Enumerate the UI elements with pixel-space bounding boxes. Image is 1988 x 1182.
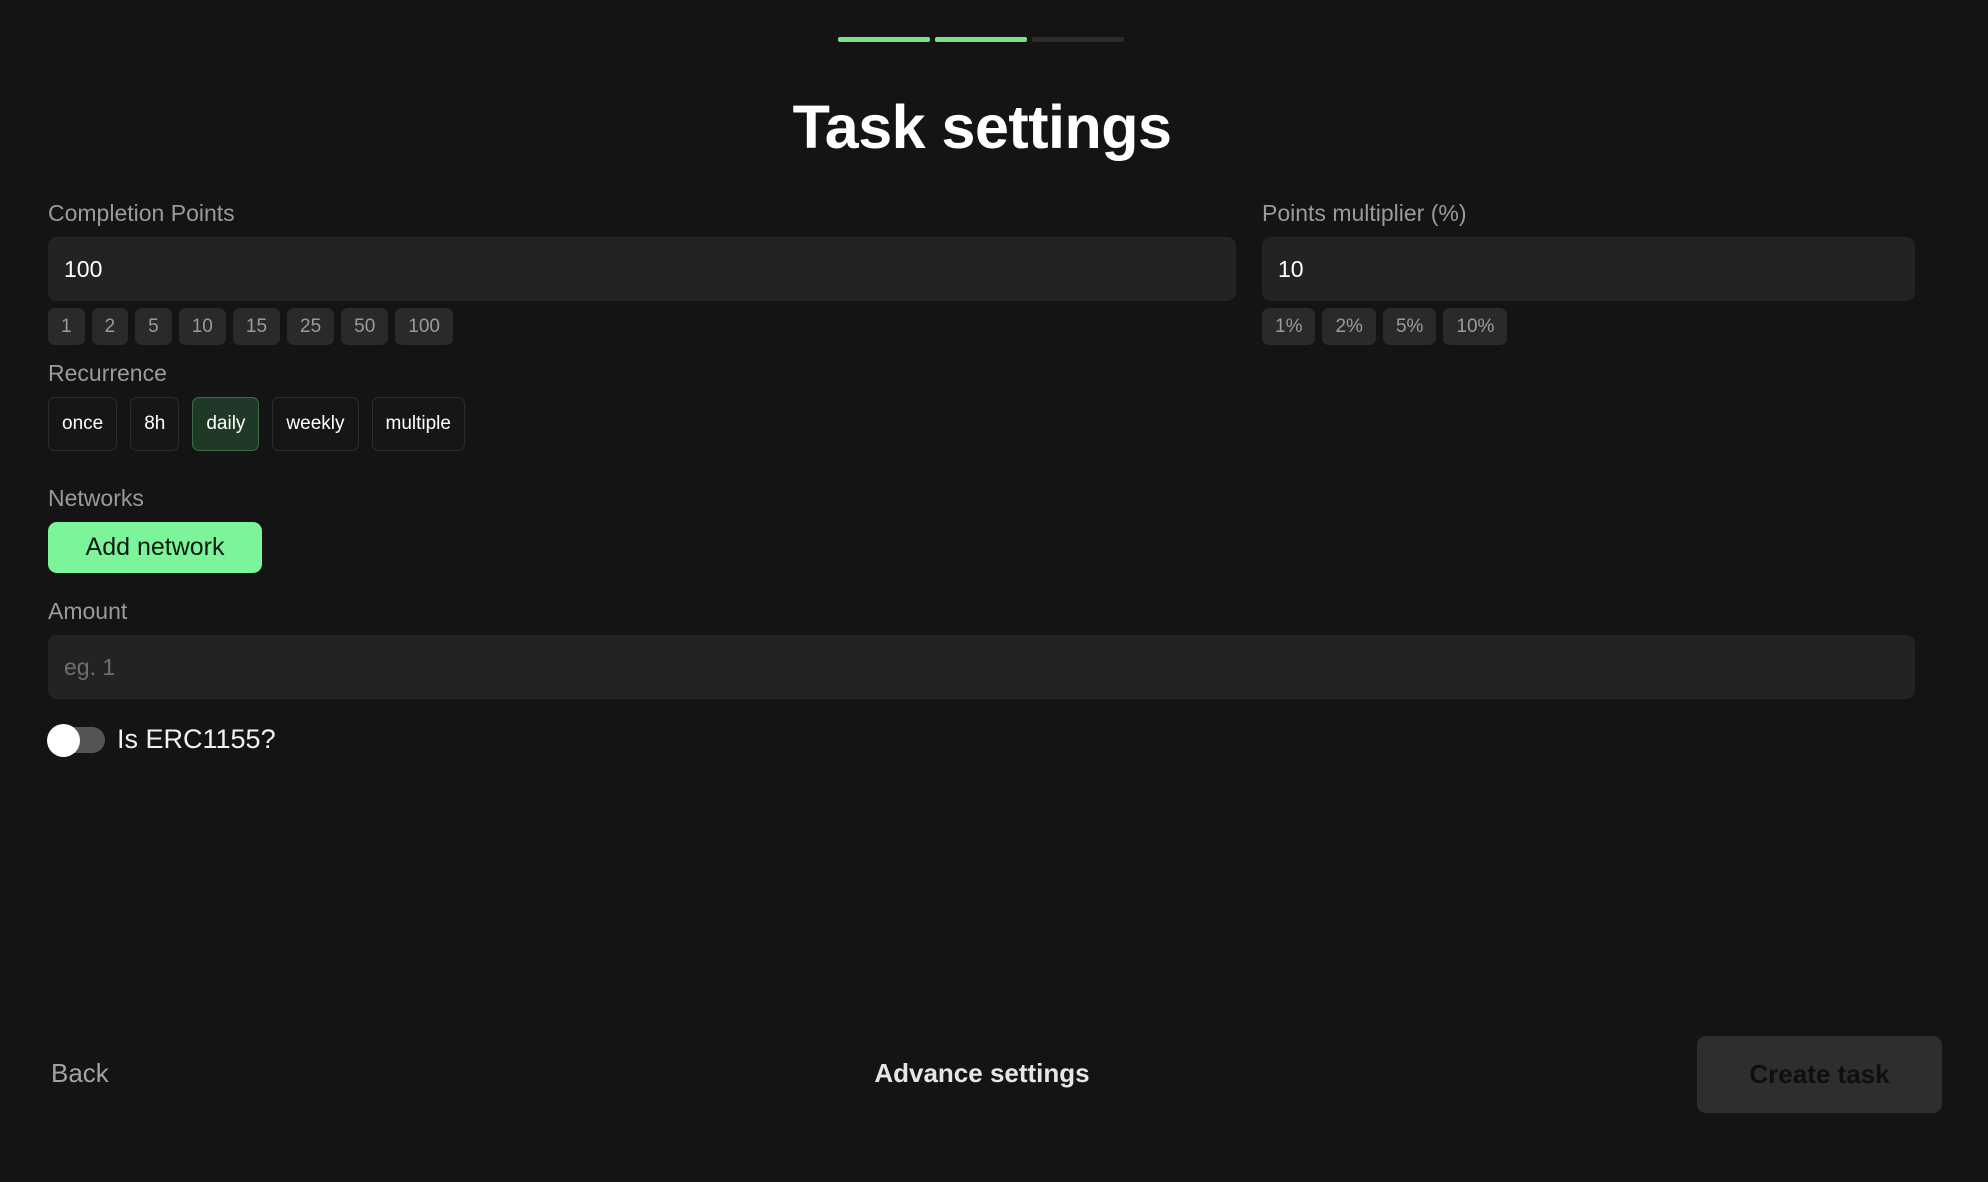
completion-points-preset-chip[interactable]: 15 xyxy=(232,308,281,345)
recurrence-option-button[interactable]: daily xyxy=(192,397,260,451)
completion-points-label: Completion Points xyxy=(48,200,235,226)
progress-step-1 xyxy=(838,37,930,42)
progress-step-2 xyxy=(935,37,1027,42)
recurrence-option-button[interactable]: multiple xyxy=(371,397,465,451)
points-multiplier-input[interactable] xyxy=(1262,237,1915,301)
points-multiplier-preset-chip[interactable]: 2% xyxy=(1322,308,1376,345)
points-multiplier-label: Points multiplier (%) xyxy=(1262,200,1467,226)
points-multiplier-preset-chip[interactable]: 5% xyxy=(1382,308,1437,345)
create-task-button[interactable]: Create task xyxy=(1697,1036,1942,1113)
completion-points-preset-chip[interactable]: 5 xyxy=(135,308,172,345)
completion-points-preset-chip[interactable]: 100 xyxy=(395,308,453,345)
toggle-knob xyxy=(47,723,80,757)
recurrence-option-button[interactable]: once xyxy=(48,397,118,451)
progress-step-3 xyxy=(1032,37,1124,42)
recurrence-option-button[interactable]: 8h xyxy=(130,397,180,451)
advance-settings-button[interactable]: Advance settings xyxy=(0,1058,1964,1089)
completion-points-input[interactable] xyxy=(48,237,1236,301)
points-multiplier-preset-chip[interactable]: 1% xyxy=(1262,308,1316,345)
completion-points-preset-chip[interactable]: 25 xyxy=(287,308,335,345)
recurrence-option-button[interactable]: weekly xyxy=(272,397,359,451)
completion-points-preset-chip[interactable]: 50 xyxy=(341,308,389,345)
erc1155-label: Is ERC1155? xyxy=(117,724,276,754)
page-title: Task settings xyxy=(792,93,1172,161)
points-multiplier-presets: 1% 2% 5% 10% xyxy=(1262,308,1508,345)
completion-points-preset-chip[interactable]: 1 xyxy=(48,308,85,345)
task-settings-page: Task settings Completion Points 12510152… xyxy=(0,0,1988,1182)
points-multiplier-preset-chip[interactable]: 10% xyxy=(1443,308,1508,345)
completion-points-preset-chip[interactable]: 2 xyxy=(91,308,129,345)
step-progress xyxy=(838,37,1124,42)
amount-input[interactable] xyxy=(48,635,1915,699)
completion-points-preset-chip[interactable]: 10 xyxy=(178,308,226,345)
add-network-button[interactable]: Add network xyxy=(48,522,262,573)
amount-label: Amount xyxy=(48,598,128,624)
recurrence-label: Recurrence xyxy=(48,360,167,386)
erc1155-toggle[interactable] xyxy=(47,723,105,757)
recurrence-options: once 8h daily weekly multiple xyxy=(48,397,465,451)
completion-points-presets: 1 2 5 10 15 25 50 100 xyxy=(48,308,453,345)
erc1155-toggle-row: Is ERC1155? xyxy=(47,723,276,757)
networks-label: Networks xyxy=(48,485,144,511)
